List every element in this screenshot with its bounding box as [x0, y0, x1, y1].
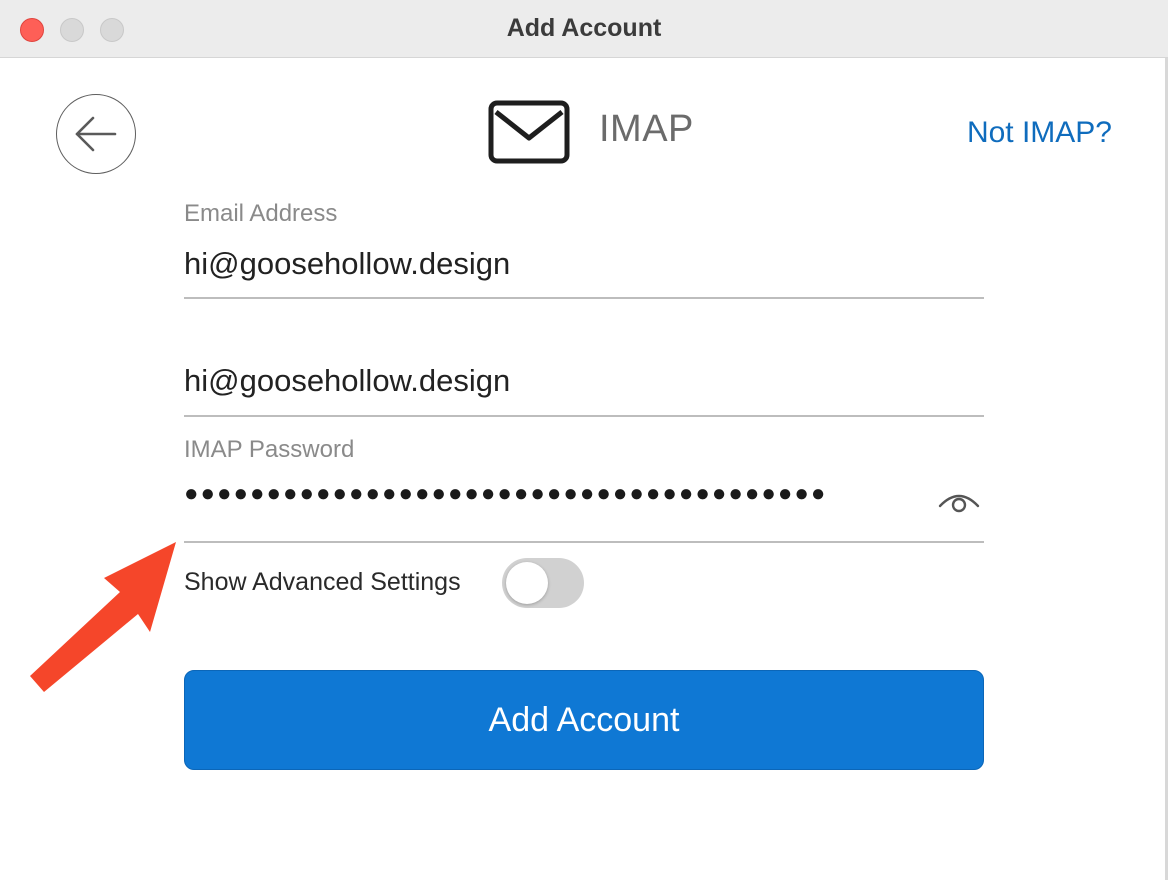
back-button[interactable] — [56, 94, 136, 174]
imap-password-field[interactable]: ●●●●●●●●●●●●●●●●●●●●●●●●●●●●●●●●●●●●●●● — [184, 480, 827, 508]
imap-password-underline — [184, 541, 984, 543]
show-advanced-settings-label: Show Advanced Settings — [184, 568, 461, 596]
eye-icon[interactable] — [937, 486, 981, 516]
imap-password-label: IMAP Password — [184, 436, 355, 463]
not-imap-link[interactable]: Not IMAP? — [967, 116, 1112, 150]
username-field[interactable]: hi@goosehollow.design — [184, 363, 984, 399]
username-underline — [184, 415, 984, 417]
add-account-window: Add Account IMAP Not IMAP? Email Address… — [0, 0, 1168, 880]
add-account-button[interactable]: Add Account — [184, 670, 984, 770]
window-title: Add Account — [506, 14, 662, 42]
account-type-title: IMAP — [599, 108, 694, 150]
envelope-icon — [488, 100, 570, 164]
arrow-left-icon — [75, 116, 117, 152]
email-address-field[interactable]: hi@goosehollow.design — [184, 246, 984, 282]
annotation-arrow-icon — [30, 542, 176, 692]
title-bar: Add Account — [0, 0, 1168, 58]
email-address-underline — [184, 297, 984, 299]
email-address-label: Email Address — [184, 200, 338, 227]
toggle-knob — [506, 562, 548, 604]
show-advanced-settings-toggle[interactable] — [502, 558, 584, 608]
